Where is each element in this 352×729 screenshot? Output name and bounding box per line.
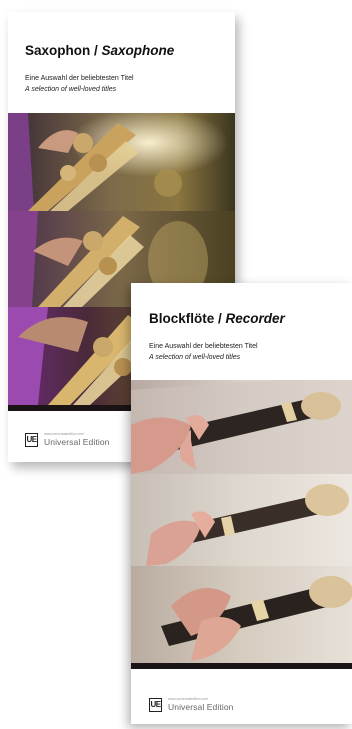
- recorder-ue-logo: UE www.universaledition.com Universal Ed…: [149, 697, 233, 712]
- ue-name: Universal Edition: [168, 702, 234, 712]
- saxophone-subtitle-en: A selection of well-loved titles: [25, 86, 117, 93]
- recorder-subtitle-de: Eine Auswahl der beliebtesten Titel: [149, 343, 258, 350]
- ue-logo-mark: UE: [25, 432, 38, 447]
- saxophone-photo-1: [8, 113, 235, 211]
- saxophone-title: Saxophon / Saxophone: [25, 43, 175, 58]
- recorder-subtitle-en: A selection of well-loved titles: [149, 354, 241, 361]
- saxophone-subtitle-de: Eine Auswahl der beliebtesten Titel: [25, 75, 134, 82]
- recorder-dark-band: [131, 663, 352, 669]
- recorder-photo-1: [131, 380, 352, 474]
- ue-logo-mark: UE: [149, 697, 162, 712]
- recorder-photo-3: [131, 566, 352, 663]
- recorder-title: Blockflöte / Recorder: [149, 311, 285, 326]
- recorder-photo-2: [131, 474, 352, 566]
- saxophone-ue-logo: UE www.universaledition.com Universal Ed…: [25, 432, 109, 447]
- recorder-brochure: Blockflöte / Recorder Eine Auswahl der b…: [131, 283, 352, 724]
- ue-name: Universal Edition: [44, 437, 110, 447]
